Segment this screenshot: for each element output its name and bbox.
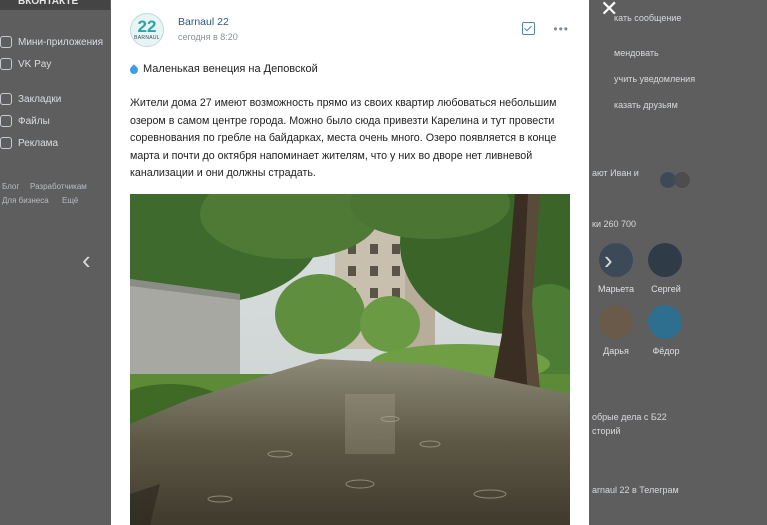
sidebar-item-ads[interactable]: Реклама bbox=[0, 137, 58, 149]
close-icon[interactable]: ✕ bbox=[600, 0, 618, 22]
post-title-text: Маленькая венеция на Деповской bbox=[143, 63, 318, 75]
footer-link-business[interactable]: Для бизнеса bbox=[2, 196, 49, 205]
sidebar-item-files[interactable]: Файлы bbox=[0, 115, 50, 127]
post-title: Маленькая венеция на Деповской bbox=[130, 63, 318, 75]
community-avatar[interactable]: 22 BARNAUL bbox=[130, 13, 164, 47]
chevron-right-icon[interactable]: › bbox=[604, 247, 613, 273]
friend-avatar bbox=[674, 172, 690, 188]
post-author[interactable]: Barnaul 22 bbox=[178, 16, 238, 29]
notifications-link[interactable]: учить уведомления bbox=[614, 74, 695, 84]
post-header: 22 BARNAUL Barnaul 22 сегодня в 8:20 bbox=[130, 12, 238, 48]
follower-avatar[interactable] bbox=[599, 305, 633, 339]
tell-friends-link[interactable]: казать друзьям bbox=[614, 100, 678, 110]
footer-link-more[interactable]: Ещё bbox=[62, 196, 78, 205]
post-modal: 22 BARNAUL Barnaul 22 сегодня в 8:20 •••… bbox=[111, 0, 589, 525]
more-dots-icon[interactable]: ••• bbox=[553, 23, 569, 35]
post-photo[interactable] bbox=[130, 194, 570, 525]
background-sidebar: ВКОНТАКТЕ Мини-приложения VK Pay Закладк… bbox=[0, 0, 110, 525]
sidebar-item-bookmarks[interactable]: Закладки bbox=[0, 93, 61, 105]
water-drop-icon bbox=[130, 64, 138, 74]
post-actions: ••• bbox=[522, 22, 569, 35]
logo-number: 22 bbox=[137, 17, 157, 36]
telegram-link[interactable]: arnaul 22 в Телеграм bbox=[592, 485, 679, 495]
post-time[interactable]: сегодня в 8:20 bbox=[178, 31, 238, 44]
chevron-left-icon[interactable]: ‹ bbox=[82, 247, 91, 273]
vk-logo-text: ВКОНТАКТЕ bbox=[0, 0, 110, 10]
send-message-link[interactable]: кать сообщение bbox=[614, 13, 681, 23]
follower-avatar[interactable] bbox=[648, 243, 682, 277]
follower-name: Фёдор bbox=[652, 346, 680, 356]
background-right-column: кать сообщение мендовать учить уведомлен… bbox=[590, 0, 767, 525]
post-body: Жители дома 27 имеют возможность прямо и… bbox=[130, 97, 557, 179]
followers-friends-text: ают Иван и bbox=[592, 168, 639, 178]
followers-count: ки 260 700 bbox=[592, 219, 636, 229]
good-deeds-link[interactable]: обрые дела с Б22 bbox=[592, 412, 667, 422]
footer-link-developers[interactable]: Разработчикам bbox=[30, 182, 87, 191]
good-deeds-link-2[interactable]: сторий bbox=[592, 426, 621, 436]
sidebar-item-mini-apps[interactable]: Мини-приложения bbox=[0, 36, 103, 48]
wallet-icon bbox=[0, 58, 12, 70]
logo-word: BARNAUL bbox=[134, 35, 160, 41]
checkbox-icon[interactable] bbox=[522, 22, 536, 35]
ads-icon bbox=[0, 137, 12, 149]
sidebar-item-vk-pay[interactable]: VK Pay bbox=[0, 58, 51, 70]
recommend-link[interactable]: мендовать bbox=[614, 48, 659, 58]
star-icon bbox=[0, 93, 12, 105]
follower-avatar[interactable] bbox=[648, 305, 682, 339]
footer-link-blog[interactable]: Блог bbox=[2, 182, 19, 191]
follower-name: Сергей bbox=[651, 284, 681, 294]
flooded-yard-photo bbox=[130, 194, 570, 525]
apps-icon bbox=[0, 36, 12, 48]
file-icon bbox=[0, 115, 12, 127]
